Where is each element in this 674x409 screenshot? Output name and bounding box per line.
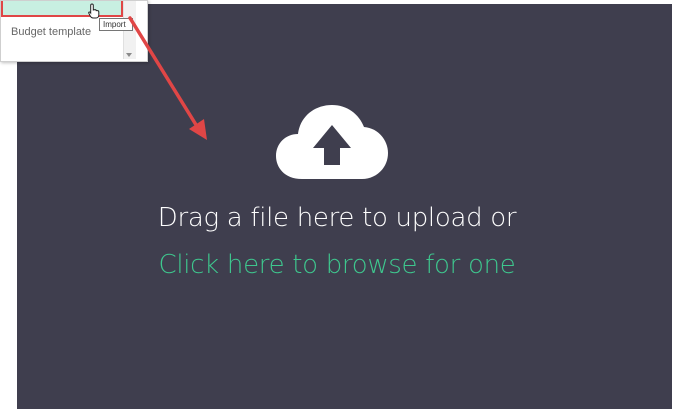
scroll-down-icon[interactable]	[126, 53, 132, 57]
hand-cursor-icon	[88, 3, 100, 19]
browse-files-link[interactable]: Click here to browse for one	[0, 250, 674, 280]
drop-instructions: Drag a file here to upload or	[157, 203, 517, 233]
import-tooltip: Import	[99, 18, 133, 31]
context-menu-popup: Budget template Import	[0, 0, 148, 62]
cloud-upload-icon[interactable]	[276, 103, 388, 179]
menu-item-budget-template[interactable]: Budget template	[11, 26, 91, 38]
menu-item-import[interactable]	[1, 1, 123, 17]
